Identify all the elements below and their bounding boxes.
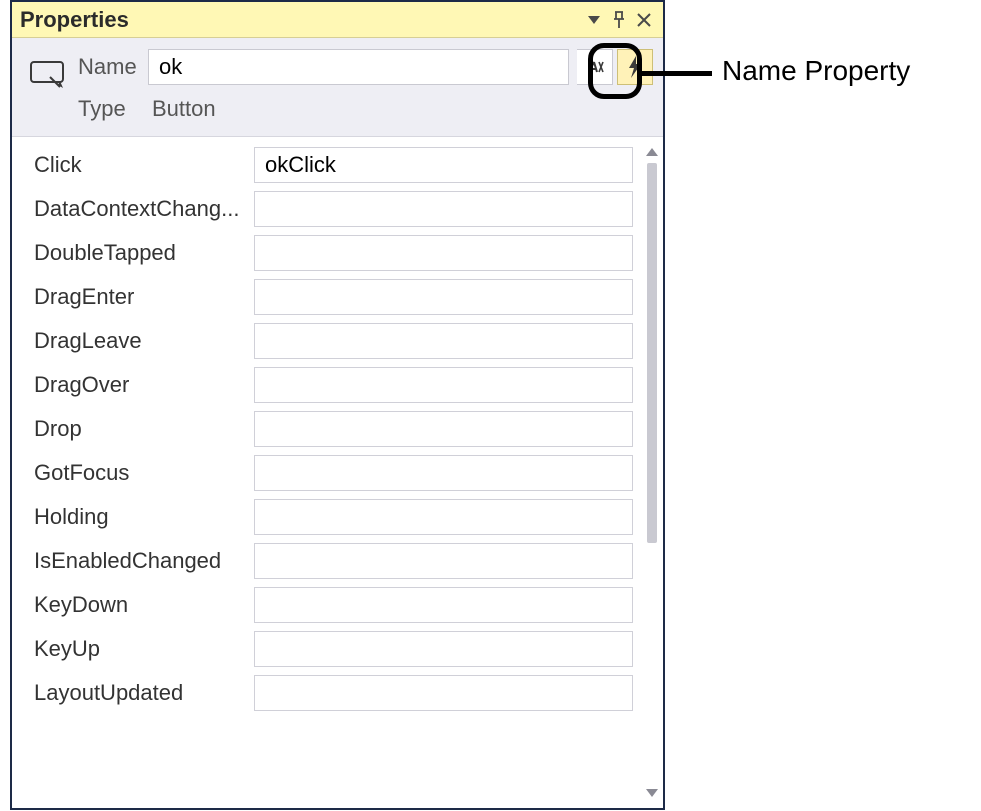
event-label: DataContextChang... [34, 196, 254, 222]
event-row: DataContextChang... [12, 187, 641, 231]
element-icon [22, 46, 72, 104]
event-label: DragEnter [34, 284, 254, 310]
event-label: Drop [34, 416, 254, 442]
event-handler-input[interactable] [254, 499, 633, 535]
scroll-down-icon[interactable] [643, 784, 661, 802]
object-header: Name [12, 38, 663, 136]
events-list: Click DataContextChang... DoubleTapped Drag… [12, 136, 663, 808]
event-handler-input[interactable] [254, 191, 633, 227]
event-label: KeyDown [34, 592, 254, 618]
panel-titlebar: Properties [12, 2, 663, 38]
event-label: LayoutUpdated [34, 680, 254, 706]
event-handler-input[interactable] [254, 587, 633, 623]
event-row: Drop [12, 407, 641, 451]
event-label: GotFocus [34, 460, 254, 486]
event-row: DoubleTapped [12, 231, 641, 275]
event-row: DragEnter [12, 275, 641, 319]
event-row: LayoutUpdated [12, 671, 641, 715]
name-label: Name [78, 54, 148, 80]
type-value: Button [148, 96, 216, 122]
event-label: KeyUp [34, 636, 254, 662]
name-input[interactable] [148, 49, 569, 85]
scroll-up-icon[interactable] [643, 143, 661, 161]
event-handler-input[interactable] [254, 411, 633, 447]
event-row: DragOver [12, 363, 641, 407]
scrollbar-thumb[interactable] [647, 163, 657, 543]
event-label: DragLeave [34, 328, 254, 354]
event-handler-input[interactable] [254, 147, 633, 183]
event-row: IsEnabledChanged [12, 539, 641, 583]
event-row: KeyUp [12, 627, 641, 671]
event-row: Holding [12, 495, 641, 539]
event-row: DragLeave [12, 319, 641, 363]
event-handler-input[interactable] [254, 279, 633, 315]
event-handler-input[interactable] [254, 323, 633, 359]
event-label: Holding [34, 504, 254, 530]
properties-view-button[interactable] [577, 49, 613, 85]
dropdown-icon[interactable] [583, 9, 605, 31]
events-view-button[interactable] [617, 49, 653, 85]
event-handler-input[interactable] [254, 631, 633, 667]
event-label: DragOver [34, 372, 254, 398]
event-row: Click [12, 143, 641, 187]
type-label: Type [78, 96, 148, 122]
event-label: Click [34, 152, 254, 178]
properties-panel: Properties [10, 0, 665, 810]
panel-title: Properties [20, 7, 580, 33]
event-label: IsEnabledChanged [34, 548, 254, 574]
event-handler-input[interactable] [254, 455, 633, 491]
callout-label: Name Property [722, 55, 910, 87]
event-handler-input[interactable] [254, 543, 633, 579]
event-label: DoubleTapped [34, 240, 254, 266]
scrollbar[interactable] [643, 143, 661, 802]
event-row: KeyDown [12, 583, 641, 627]
pin-icon[interactable] [608, 9, 630, 31]
event-handler-input[interactable] [254, 367, 633, 403]
event-row: GotFocus [12, 451, 641, 495]
close-icon[interactable] [633, 9, 655, 31]
event-handler-input[interactable] [254, 675, 633, 711]
event-handler-input[interactable] [254, 235, 633, 271]
callout-line [642, 71, 712, 76]
